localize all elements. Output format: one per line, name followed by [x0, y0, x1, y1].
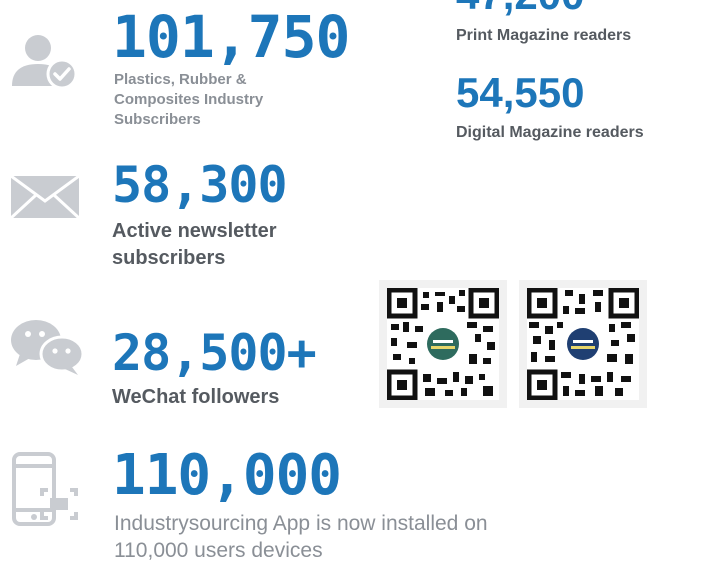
qr-code-icon — [527, 288, 639, 400]
industry-subscribers-label: Plastics, Rubber & Composites Industry S… — [114, 71, 264, 128]
user-check-icon — [10, 30, 80, 90]
mobile-scan-icon — [12, 452, 82, 527]
app-installs-label: Industrysourcing App is now installed on… — [114, 512, 488, 562]
envelope-icon — [9, 174, 81, 220]
qr-code-left — [379, 280, 507, 408]
chat-bubbles-icon — [10, 318, 85, 376]
print-readers-label: Print Magazine readers — [456, 27, 632, 44]
newsletter-label: Active newsletter subscribers — [112, 220, 277, 269]
wechat-label: WeChat followers — [112, 386, 280, 408]
wechat-number: 28,500+ — [112, 324, 317, 382]
qr-code-right — [519, 280, 647, 408]
print-readers-number: 47,200 — [456, 0, 584, 16]
app-installs-number: 110,000 — [112, 443, 342, 508]
digital-readers-label: Digital Magazine readers — [456, 124, 644, 141]
digital-readers-number: 54,550 — [456, 69, 585, 116]
qr-code-icon — [387, 288, 499, 400]
newsletter-number: 58,300 — [112, 156, 288, 214]
industry-subscribers-number: 101,750 — [112, 3, 350, 71]
